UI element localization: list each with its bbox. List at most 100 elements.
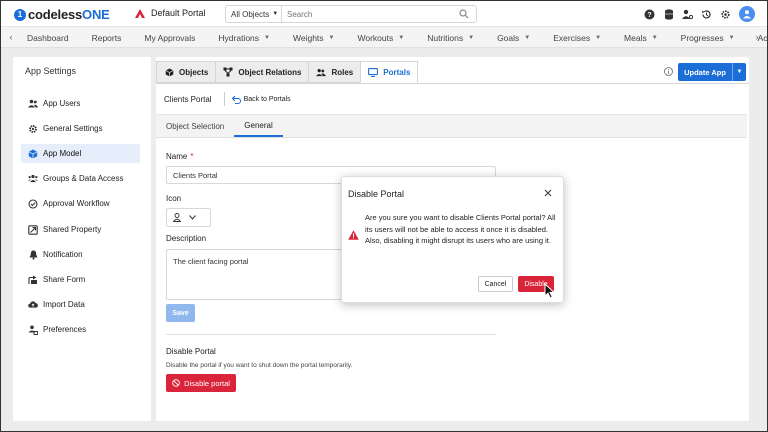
section-divider <box>166 334 496 335</box>
nav-item-hydrations[interactable]: Hydrations ▼ <box>218 33 270 43</box>
icon-select[interactable] <box>166 208 211 227</box>
sidebar-item-label: Preferences <box>43 325 87 334</box>
nav-item-reports[interactable]: Reports <box>92 33 122 43</box>
tab-portals[interactable]: Portals <box>360 61 419 83</box>
tab-roles[interactable]: Roles <box>308 61 362 83</box>
nav-item-label: Exercises <box>553 32 591 43</box>
nav-item-progresses[interactable]: Progresses ▼ <box>681 33 735 43</box>
help-icon[interactable]: ? <box>644 9 655 20</box>
name-label-text: Name <box>166 152 188 161</box>
tab-label: Portals <box>383 67 411 77</box>
sidebar-item-approval-workflow[interactable]: Approval Workflow <box>21 194 140 213</box>
user-avatar[interactable] <box>739 6 755 22</box>
sub-tab-general[interactable]: General <box>234 115 283 137</box>
database-icon[interactable] <box>663 8 674 20</box>
sidebar-item-shared-property[interactable]: Shared Property <box>21 220 140 239</box>
nav-item-label: Workouts <box>357 32 394 43</box>
nav-item-label: Goals <box>497 32 520 43</box>
user-settings-icon[interactable] <box>682 9 693 20</box>
save-button[interactable]: Save <box>166 304 195 322</box>
sidebar-item-share-form[interactable]: Share Form <box>21 270 140 289</box>
tab-objects[interactable]: Objects <box>156 61 217 83</box>
update-app-label: Update App <box>684 67 726 77</box>
back-link-label: Back to Portals <box>243 95 291 103</box>
search-icon[interactable] <box>457 7 471 21</box>
sidebar-item-preferences[interactable]: Preferences <box>21 320 140 339</box>
info-icon[interactable] <box>664 67 673 76</box>
settings-icon[interactable] <box>720 9 731 20</box>
breadcrumb-separator <box>223 92 225 106</box>
history-icon[interactable] <box>701 9 712 20</box>
chevron-down-icon: ▼ <box>728 34 735 41</box>
dialog-message: Are you sure you want to disable Clients… <box>365 213 556 245</box>
roles-icon <box>316 67 327 77</box>
icon-label: Icon <box>166 194 182 203</box>
sub-tab-label: Object Selection <box>166 121 225 131</box>
approval-icon <box>28 198 38 209</box>
nav-item-my-approvals[interactable]: My Approvals <box>144 33 195 43</box>
search-scope-select[interactable]: All Objects ▼ <box>226 6 282 22</box>
global-search: All Objects ▼ <box>225 5 477 23</box>
disable-portal-dialog: Disable Portal Are you sure you want to … <box>341 176 564 303</box>
tab-label: Objects <box>179 67 209 77</box>
description-label: Description <box>166 234 207 243</box>
preferences-icon <box>28 325 38 335</box>
nav-item-nutritions[interactable]: Nutritions ▼ <box>427 33 474 43</box>
sidebar-item-import-data[interactable]: Import Data <box>21 295 140 314</box>
logo-prefix: codeless <box>28 7 83 22</box>
warning-icon <box>348 230 359 240</box>
close-icon[interactable] <box>543 188 553 198</box>
nav-item-workouts[interactable]: Workouts ▼ <box>358 33 405 43</box>
header-actions: ? <box>644 6 755 22</box>
nav-item-label: Hydrations <box>218 32 260 43</box>
sidebar-item-app-users[interactable]: App Users <box>21 94 140 113</box>
mouse-cursor-icon <box>544 283 556 299</box>
app-window: 1 codelessONE Default Portal All Objects… <box>0 0 768 432</box>
update-app-button[interactable]: Update App ▼ <box>678 63 746 81</box>
nav-items: Dashboard Reports My Approvals Hydrations ▼ W… <box>27 27 767 48</box>
sidebar-item-label: Shared Property <box>43 225 102 234</box>
svg-text:?: ? <box>647 12 651 19</box>
search-input[interactable] <box>282 6 457 22</box>
nav-scroll-right-icon[interactable]: › <box>751 32 763 42</box>
tab-object-relations[interactable]: Object Relations <box>215 61 310 83</box>
sidebar-item-general-settings[interactable]: General Settings <box>21 119 140 138</box>
back-to-portals-link[interactable]: Back to Portals <box>231 95 291 104</box>
nav-item-goals[interactable]: Goals ▼ <box>497 33 530 43</box>
nav-item-meals[interactable]: Meals ▼ <box>624 33 658 43</box>
cancel-button[interactable]: Cancel <box>478 276 513 292</box>
nav-item-exercises[interactable]: Exercises ▼ <box>553 33 601 43</box>
chevron-down-icon: ▼ <box>398 34 405 41</box>
sidebar-item-label: App Model <box>43 149 82 158</box>
sidebar-item-label: General Settings <box>43 124 103 133</box>
cloud-upload-icon <box>28 300 38 310</box>
sidebar-item-notification[interactable]: Notification <box>21 245 140 264</box>
nav-item-label: Nutritions <box>427 32 464 43</box>
cube-icon <box>164 67 174 77</box>
name-label: Name * <box>166 152 193 161</box>
sidebar-item-label: Notification <box>43 250 83 259</box>
gear-icon <box>28 124 38 134</box>
sidebar-item-label: Approval Workflow <box>43 199 110 208</box>
chevron-down-icon: ▼ <box>468 34 475 41</box>
sub-tab-object-selection[interactable]: Object Selection <box>156 115 234 137</box>
search-scope-label: All Objects <box>231 9 270 19</box>
sidebar-item-groups-and-data-access[interactable]: Groups & Data Access <box>21 169 140 188</box>
bell-icon <box>28 250 38 260</box>
nav-item-weights[interactable]: Weights ▼ <box>293 33 335 43</box>
sidebar-item-label: Groups & Data Access <box>43 174 124 183</box>
nav-item-dashboard[interactable]: Dashboard <box>27 33 69 43</box>
nav-item-label: My Approvals <box>144 32 196 43</box>
sidebar-item-app-model[interactable]: App Model <box>21 144 140 163</box>
group-icon <box>28 174 38 184</box>
portal-switcher[interactable]: Default Portal <box>135 8 206 18</box>
tabbar-divider <box>156 83 749 84</box>
back-arrow-icon <box>231 95 241 104</box>
app-logo[interactable]: 1 codelessONE <box>14 7 110 22</box>
sub-tab-label: General <box>244 120 273 130</box>
chevron-down-icon: ▼ <box>328 34 335 41</box>
update-app-dropdown-icon[interactable]: ▼ <box>732 63 746 81</box>
nav-scroll-left-icon[interactable]: ‹ <box>5 32 17 42</box>
monitor-icon <box>368 67 379 77</box>
disable-portal-button[interactable]: Disable portal <box>166 374 236 392</box>
